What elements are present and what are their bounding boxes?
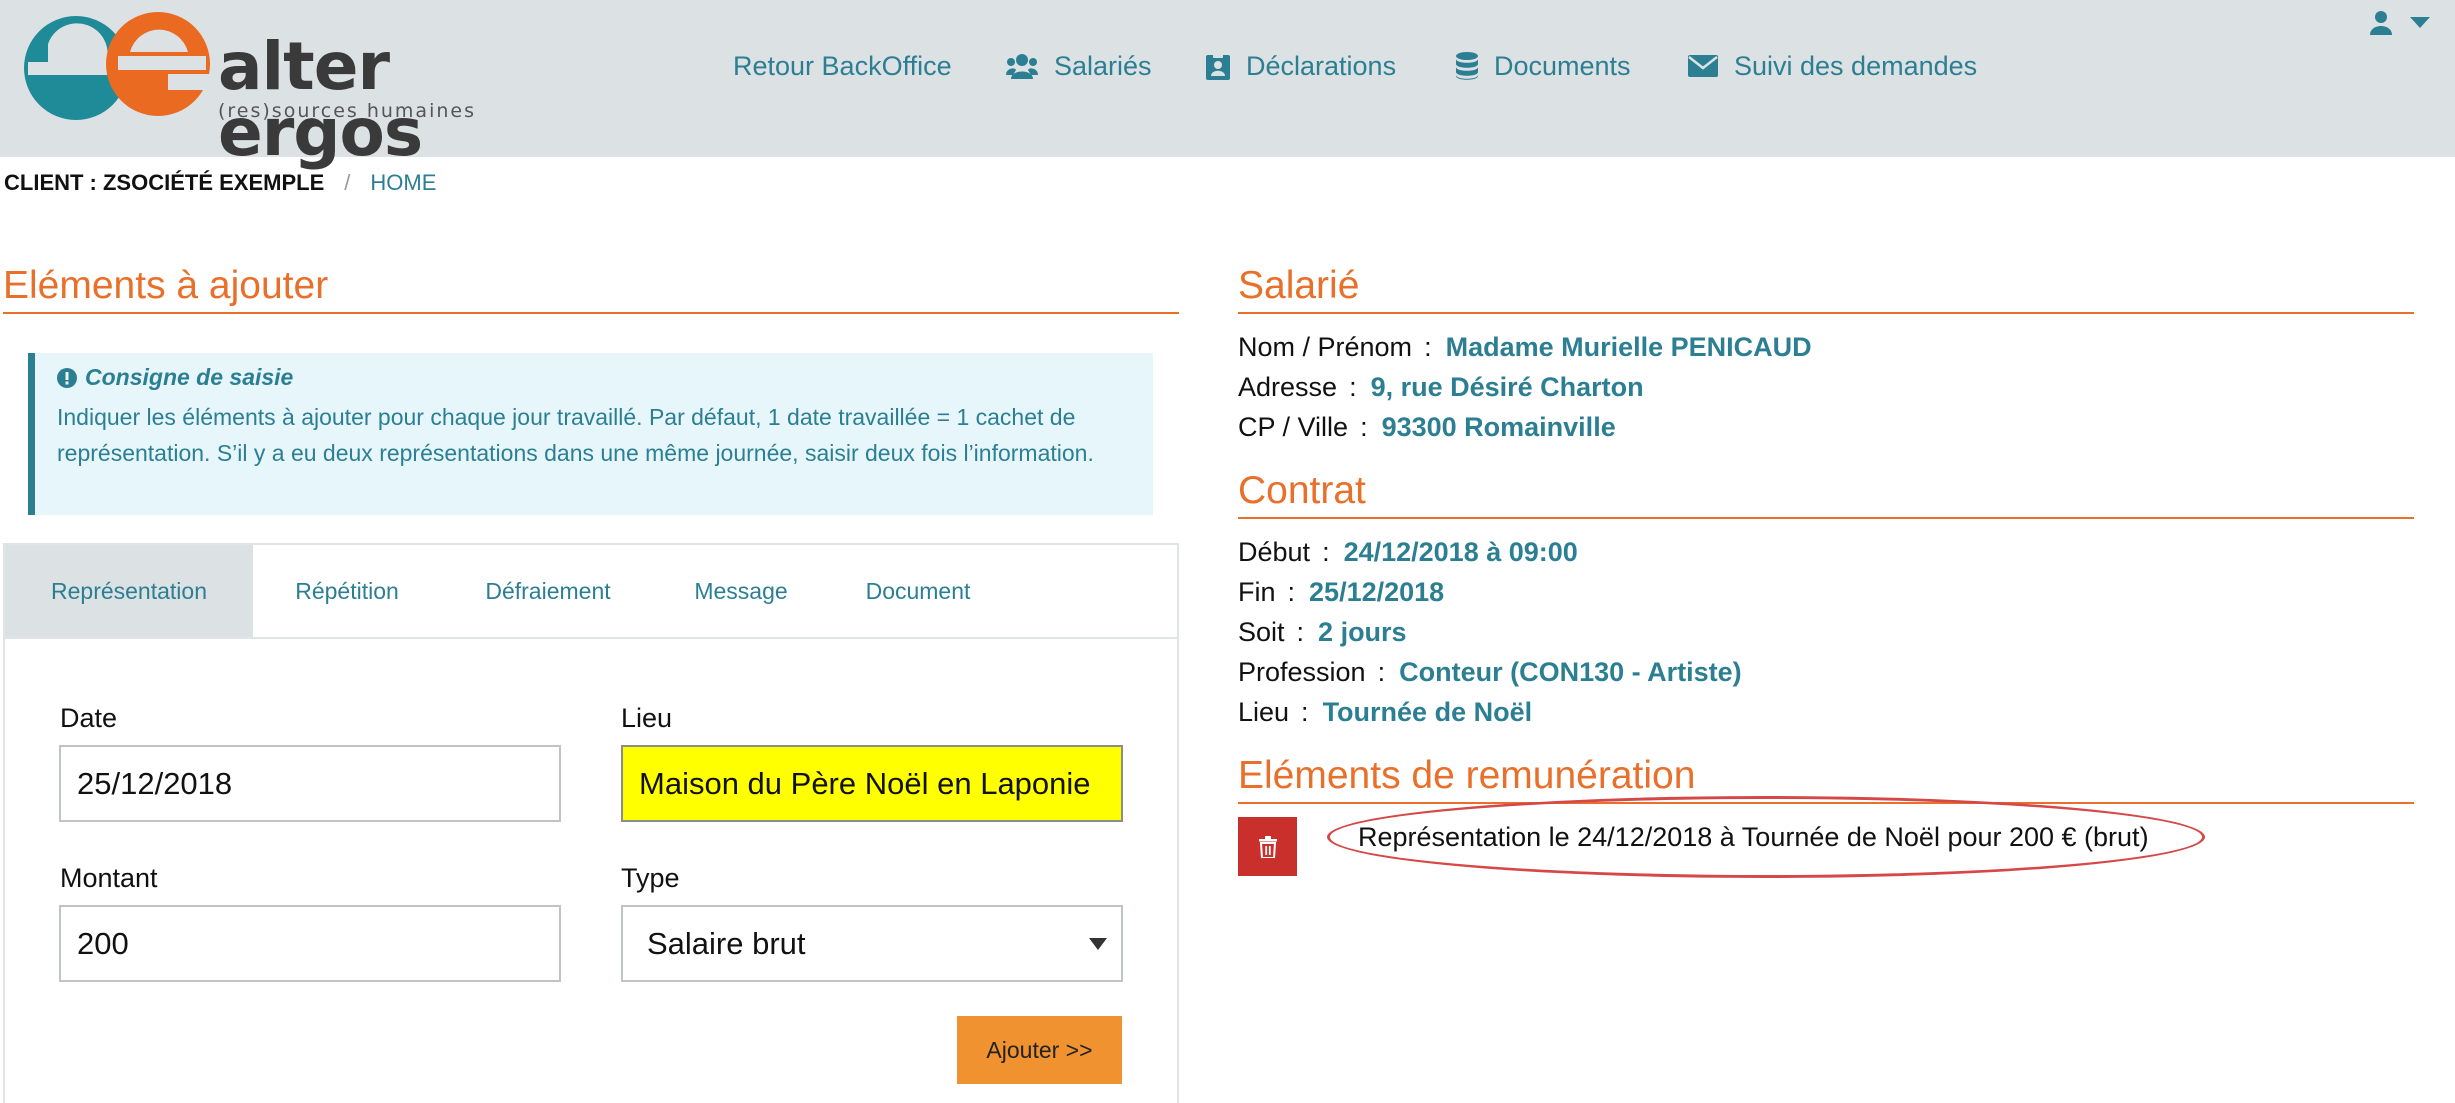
contrat-lieu-value: Tournée de Noël [1322,697,1533,727]
user-menu[interactable] [2370,8,2450,38]
contrat-lieu-row: Lieu: Tournée de Noël [1238,699,1532,726]
nav-retour-backoffice[interactable]: Retour BackOffice [733,46,952,86]
contrat-soit-label: Soit [1238,617,1285,647]
salarie-cp-row: CP / Ville:93300 Romainville [1238,414,1616,441]
contrat-soit-value: 2 jours [1318,617,1407,647]
contrat-title: Contrat [1238,469,1366,512]
envelope-icon [1688,55,1718,77]
salarie-title: Salarié [1238,264,1360,307]
clipboard-icon [1206,52,1230,80]
salarie-adresse-row: Adresse:9, rue Désiré Charton [1238,374,1644,401]
tab-defraiement[interactable]: Défraiement [441,545,655,637]
brand-logo[interactable]: alter ergos (res)sources humaines [18,4,578,166]
tab-document[interactable]: Document [827,545,1009,637]
contrat-debut-row: Début:24/12/2018 à 09:00 [1238,539,1578,566]
nav-suivi-demandes[interactable]: Suivi des demandes [1688,46,1977,86]
consigne-alert: Consigne de saisie Indiquer les éléments… [28,353,1153,515]
label-colon: : [1349,372,1357,402]
ajouter-button[interactable]: Ajouter >> [957,1016,1122,1084]
salarie-adresse-value: 9, rue Désiré Charton [1370,372,1644,402]
label-colon: : [1360,412,1368,442]
tab-message[interactable]: Message [655,545,827,637]
remuneration-title: Eléments de remunération [1238,754,1696,797]
top-header: alter ergos (res)sources humaines Retour… [0,0,2455,166]
salarie-nom-label: Nom / Prénom [1238,332,1413,362]
date-input[interactable]: 25/12/2018 [59,745,561,822]
nav-label: Salariés [1054,50,1152,81]
label-colon: : [1287,577,1296,607]
nav-documents[interactable]: Documents [1456,46,1631,86]
elements-divider [3,312,1179,314]
lieu-label: Lieu [621,703,673,733]
contrat-lieu-label: Lieu [1238,697,1290,727]
elements-title: Eléments à ajouter [3,264,329,307]
brand-tagline: (res)sources humaines [218,100,476,122]
nav-label: Suivi des demandes [1734,50,1978,81]
contrat-debut-label: Début [1238,537,1311,567]
remuneration-item: Représentation le 24/12/2018 à Tournée d… [1358,822,2149,852]
remuneration-divider [1238,802,2414,804]
label-colon: : [1322,537,1330,567]
nav-label: Documents [1494,50,1631,81]
label-colon: : [1301,697,1309,727]
date-label: Date [60,703,118,733]
caret-down-icon [2410,17,2430,28]
type-label: Type [621,863,680,893]
type-select[interactable]: Salaire brut [621,905,1123,982]
breadcrumb: CLIENT : ZSOCIÉTÉ EXEMPLE / HOME [4,170,436,196]
tab-repetition[interactable]: Répétition [253,545,441,637]
tab-bar: Représentation Répétition Défraiement Me… [5,545,1177,639]
contrat-divider [1238,517,2414,519]
nav-label: Retour BackOffice [733,50,952,81]
salarie-divider [1238,312,2414,314]
delete-remuneration-button[interactable] [1238,817,1297,876]
contrat-profession-row: Profession: Conteur (CON130 - Artiste) [1238,659,1742,686]
tab-representation[interactable]: Représentation [5,545,253,637]
contrat-fin-row: Fin:25/12/2018 [1238,579,1444,606]
salarie-adresse-label: Adresse [1238,372,1338,402]
salarie-cp-label: CP / Ville [1238,412,1349,442]
contrat-fin-value: 25/12/2018 [1309,577,1445,607]
breadcrumb-separator: / [344,170,351,195]
consigne-text: Indiquer les éléments à ajouter pour cha… [57,404,1094,466]
nav-salaries[interactable]: Salariés [1006,46,1152,86]
logo-mark-icon [24,12,214,120]
users-icon [1006,54,1038,79]
breadcrumb-home-link[interactable]: HOME [370,170,436,196]
nav-label: Déclarations [1246,50,1397,81]
montant-label: Montant [60,863,158,893]
contrat-profession-label: Profession [1238,657,1366,687]
contrat-debut-value: 24/12/2018 à 09:00 [1343,537,1578,567]
contrat-profession-value: Conteur (CON130 - Artiste) [1399,657,1742,687]
database-icon [1456,52,1478,80]
nav-declarations[interactable]: Déclarations [1206,46,1396,86]
salarie-cp-value: 93300 Romainville [1381,412,1616,442]
exclamation-circle-icon [57,367,77,388]
contrat-soit-row: Soit:2 jours [1238,619,1407,646]
salarie-nom-row: Nom / Prénom: Madame Murielle PENICAUD [1238,334,1812,361]
label-colon: : [1424,332,1432,362]
label-colon: : [1296,617,1305,647]
lieu-input[interactable]: Maison du Père Noël en Laponie [621,745,1123,822]
label-colon: : [1377,657,1386,687]
type-select-value: Salaire brut [647,925,806,961]
contrat-fin-label: Fin [1238,577,1276,607]
user-icon [2370,11,2392,35]
chevron-down-icon [1089,938,1107,950]
breadcrumb-client: CLIENT : ZSOCIÉTÉ EXEMPLE [4,170,325,195]
trash-icon [1258,835,1277,858]
consigne-title: Consigne de saisie [57,366,1131,389]
consigne-title-text: Consigne de saisie [85,364,294,390]
montant-input[interactable]: 200 [59,905,561,982]
salarie-nom-value: Madame Murielle PENICAUD [1445,332,1812,362]
